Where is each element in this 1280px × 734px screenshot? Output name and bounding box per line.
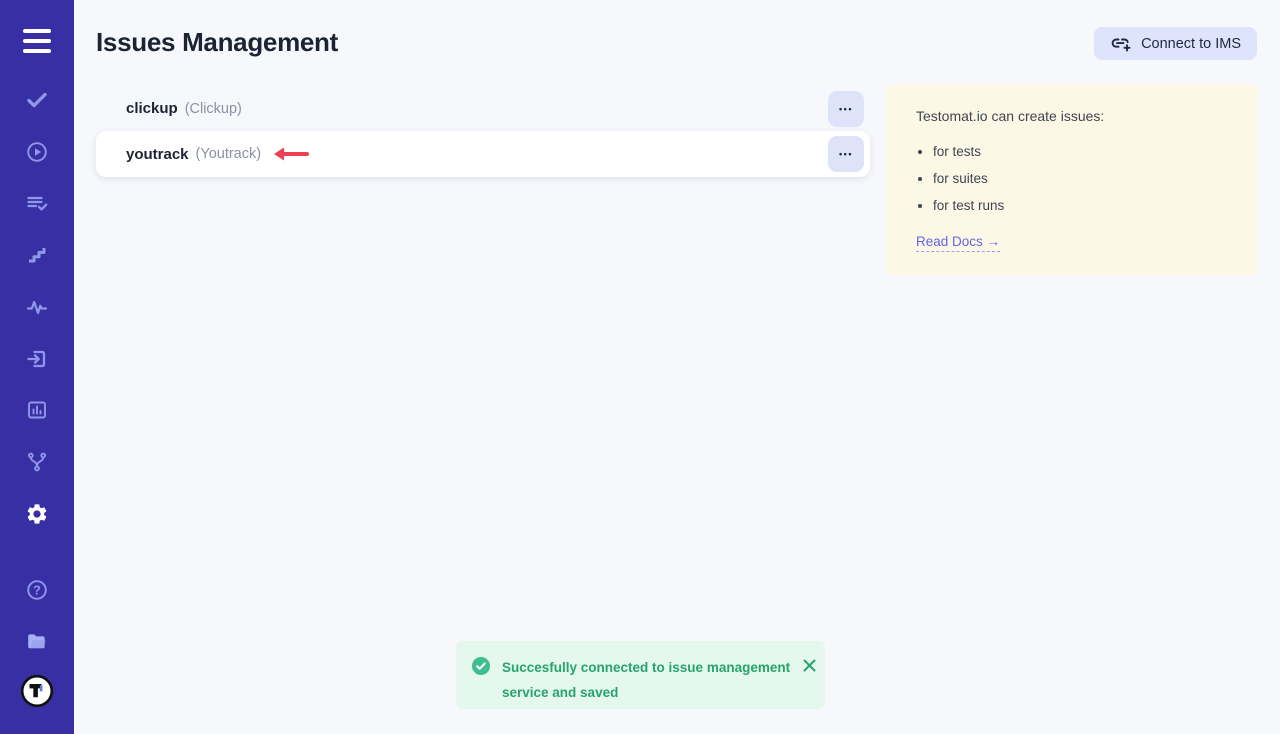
sidebar-item-reports[interactable] (25, 398, 49, 422)
ims-list: clickup (Clickup) ••• youtrack (Youtrack… (96, 86, 870, 177)
folder-icon (25, 629, 49, 653)
stairs-icon (25, 243, 49, 267)
sidebar-item-help[interactable]: ? (25, 578, 49, 602)
close-icon (802, 658, 817, 673)
sidebar-item-analytics[interactable] (25, 295, 49, 319)
success-toast: Succesfully connected to issue managemen… (456, 641, 825, 709)
sidebar-item-projects[interactable] (25, 629, 49, 653)
check-circle-icon (472, 657, 490, 709)
info-bullet: for tests (933, 144, 1228, 159)
gear-icon (25, 502, 49, 526)
pulse-icon (25, 295, 49, 319)
add-link-icon (1110, 35, 1132, 53)
sidebar-item-branches[interactable] (25, 450, 49, 474)
toast-close-button[interactable] (802, 658, 817, 674)
toast-message: Succesfully connected to issue managemen… (502, 655, 790, 709)
ims-row-clickup[interactable]: clickup (Clickup) ••• (96, 86, 870, 131)
ims-name: clickup (126, 100, 178, 117)
sidebar-item-settings[interactable] (25, 502, 49, 526)
ims-row-menu-button[interactable]: ••• (828, 136, 864, 172)
sidebar-logo[interactable] (20, 674, 54, 708)
sidebar-item-plans[interactable] (25, 192, 49, 216)
info-panel: Testomat.io can create issues: for tests… (886, 85, 1258, 275)
sidebar-item-steps[interactable] (25, 243, 49, 267)
sidebar-item-runs[interactable] (25, 140, 49, 164)
testomat-logo (20, 674, 54, 708)
svg-text:?: ? (33, 583, 41, 597)
read-docs-link[interactable]: Read Docs → (916, 234, 1000, 252)
connect-to-ims-label: Connect to IMS (1141, 36, 1241, 52)
sidebar: ? (0, 0, 74, 734)
import-icon (25, 347, 49, 371)
list-check-icon (25, 192, 49, 216)
ims-row-youtrack[interactable]: youtrack (Youtrack) ••• (96, 131, 870, 177)
ims-name: youtrack (126, 146, 189, 163)
info-panel-list: for tests for suites for test runs (933, 144, 1228, 213)
info-bullet: for test runs (933, 198, 1228, 213)
annotation-red-arrow-icon (271, 146, 309, 162)
bar-chart-icon (25, 398, 49, 422)
info-bullet: for suites (933, 171, 1228, 186)
play-circle-icon (25, 140, 49, 164)
sidebar-menu-toggle[interactable] (23, 29, 51, 53)
hamburger-icon (23, 29, 51, 33)
branch-icon (25, 450, 49, 474)
info-panel-heading: Testomat.io can create issues: (916, 108, 1228, 124)
check-icon (25, 88, 49, 112)
ims-row-menu-button[interactable]: ••• (828, 91, 864, 127)
help-icon: ? (25, 578, 49, 602)
ims-type: (Clickup) (185, 101, 242, 117)
connect-to-ims-button[interactable]: Connect to IMS (1094, 27, 1257, 60)
sidebar-item-import[interactable] (25, 347, 49, 371)
sidebar-item-tests[interactable] (25, 88, 49, 112)
page-title: Issues Management (96, 27, 338, 58)
ims-type: (Youtrack) (196, 146, 262, 162)
